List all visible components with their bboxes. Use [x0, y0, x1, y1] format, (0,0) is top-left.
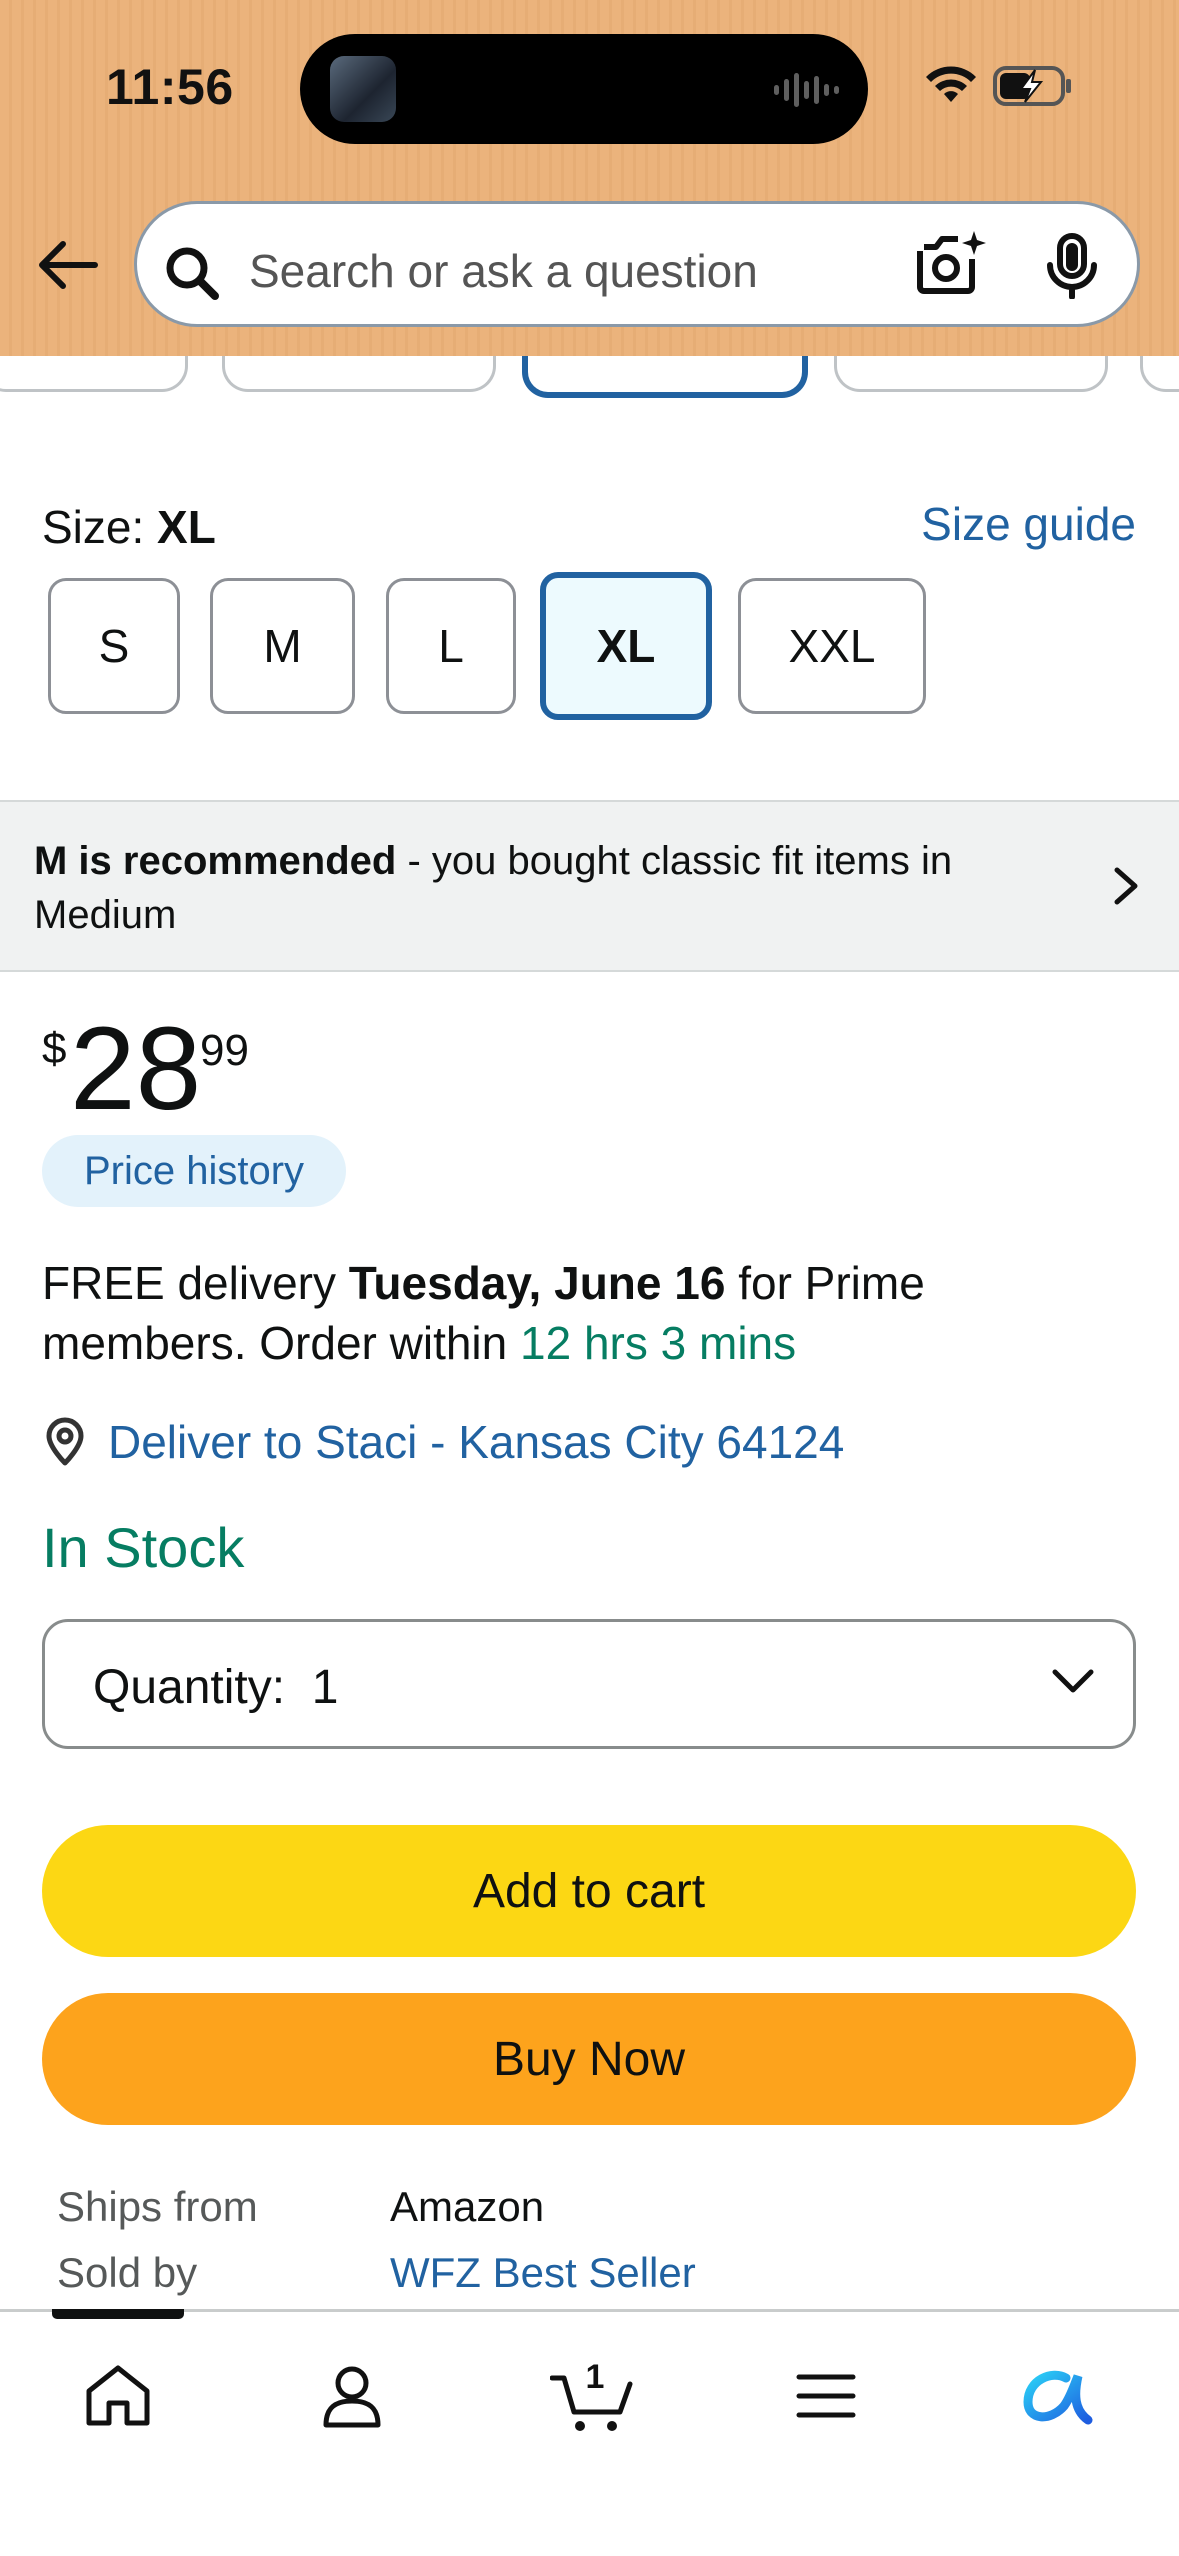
quantity-value: 1 — [311, 1661, 339, 1714]
dynamic-island — [300, 34, 868, 144]
nav-account[interactable] — [302, 2346, 402, 2446]
nav-cart[interactable]: 1 — [538, 2346, 648, 2446]
ships-from-label: Ships from — [57, 2183, 258, 2230]
search-input[interactable]: Search or ask a question — [249, 244, 758, 298]
home-icon — [86, 2365, 150, 2426]
arrow-left-icon — [39, 241, 98, 289]
size-recommendation-banner[interactable]: M is recommended - you bought classic fi… — [0, 800, 1179, 972]
delivery-message: FREE delivery Tuesday, June 16 for Prime… — [42, 1257, 925, 1369]
sold-by-label: Sold by — [57, 2249, 198, 2296]
size-option-m[interactable]: M — [210, 578, 355, 714]
active-tab-indicator — [52, 2309, 184, 2319]
price-history-button[interactable]: Price history — [42, 1135, 346, 1207]
delivery-countdown: 12 hrs 3 mins — [520, 1317, 797, 1369]
chevron-down-icon — [1052, 1669, 1094, 1693]
add-to-cart-button[interactable]: Add to cart — [42, 1825, 1136, 1957]
price-currency: $ — [42, 1024, 67, 1073]
chevron-right-icon — [1114, 867, 1138, 905]
price-whole: 28 — [70, 1003, 202, 1135]
quantity-label: Quantity: 1 — [93, 1661, 339, 1714]
selected-size-value: XL — [157, 501, 216, 553]
size-option-xxl[interactable]: XXL — [738, 578, 926, 714]
price-fraction: 99 — [200, 1026, 249, 1075]
color-swatch[interactable] — [834, 356, 1108, 392]
battery-charging-icon — [993, 66, 1071, 106]
audio-wave-icon — [774, 70, 840, 110]
color-swatch-selected[interactable] — [522, 356, 808, 398]
wifi-icon — [926, 66, 976, 102]
microphone-icon[interactable] — [1042, 233, 1102, 299]
deliver-to-link[interactable]: Deliver to Staci - Kansas City 64124 — [42, 1411, 844, 1473]
ships-from-row: Ships from Amazon — [57, 2183, 544, 2231]
size-option-l[interactable]: L — [386, 578, 516, 714]
size-guide-link[interactable]: Size guide — [921, 497, 1136, 551]
menu-icon — [796, 2374, 856, 2418]
sold-by-link[interactable]: WFZ Best Seller — [390, 2249, 696, 2297]
app-header: 11:56 Search or ask a question — [0, 0, 1179, 356]
account-icon — [323, 2366, 381, 2428]
cart-icon: 1 — [550, 2358, 633, 2431]
color-swatch[interactable] — [222, 356, 496, 392]
nav-home[interactable] — [68, 2346, 168, 2446]
recommendation-text: M is recommended - you bought classic fi… — [34, 839, 953, 937]
back-button[interactable] — [28, 230, 108, 300]
size-option-xl[interactable]: XL — [540, 572, 712, 720]
size-option-s[interactable]: S — [48, 578, 180, 714]
status-time: 11:56 — [106, 59, 234, 115]
status-icons — [925, 62, 1075, 112]
ships-from-value: Amazon — [390, 2183, 545, 2230]
location-pin-icon — [46, 1417, 84, 1466]
size-label: Size: XL — [42, 501, 216, 553]
color-swatch[interactable] — [1140, 356, 1179, 392]
now-playing-thumbnail — [330, 56, 396, 122]
rufus-icon — [1023, 2370, 1093, 2425]
deliver-to-address[interactable]: Deliver to Staci - Kansas City 64124 — [108, 1415, 844, 1469]
camera-search-icon[interactable] — [914, 229, 986, 299]
stock-status: In Stock — [42, 1516, 245, 1579]
search-bar[interactable]: Search or ask a question — [134, 201, 1140, 327]
buy-now-button[interactable]: Buy Now — [42, 1993, 1136, 2125]
cart-count: 1 — [586, 2358, 605, 2396]
nav-menu[interactable] — [776, 2346, 876, 2446]
quantity-select[interactable]: Quantity: 1 — [42, 1619, 1136, 1749]
color-swatch[interactable] — [0, 356, 188, 392]
search-icon — [166, 247, 219, 300]
bottom-nav: 1 — [0, 2309, 1179, 2556]
nav-rufus[interactable] — [1010, 2346, 1110, 2446]
sold-by-row: Sold by WFZ Best Seller — [57, 2249, 696, 2297]
